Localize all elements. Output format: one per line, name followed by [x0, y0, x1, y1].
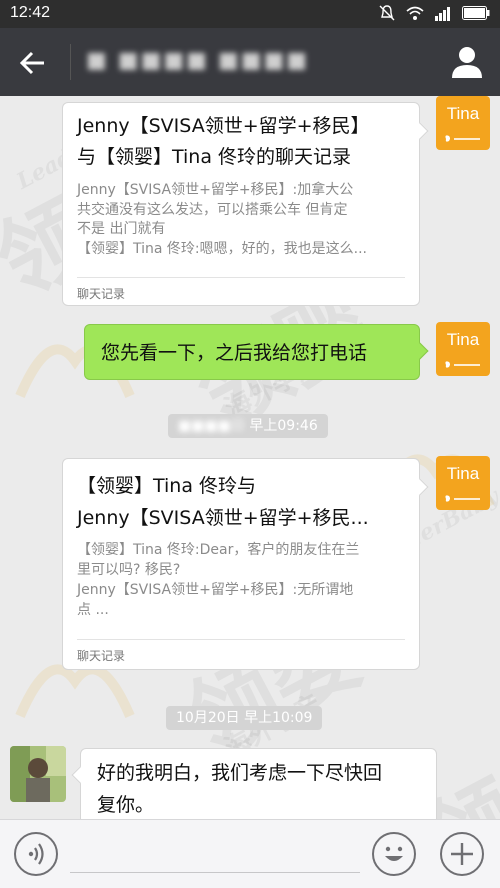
card-title: 【领婴】Tina 佟玲与 [77, 475, 257, 497]
message-text: 复你。 [97, 794, 155, 816]
avatar-label: Tina [446, 104, 480, 123]
received-message-bubble[interactable]: 好的我明白，我们考虑一下尽快回 复你。 [71, 748, 437, 819]
butterfly-logo-icon [445, 495, 480, 502]
input-toolbar [0, 819, 500, 888]
card-preview: Jenny【SVISA领世+留学+移民】:无所谓地 [77, 582, 354, 598]
sent-message-bubble[interactable]: 您先看一下，之后我给您打电话 [84, 324, 429, 380]
butterfly-logo-icon [445, 135, 480, 142]
avatar-photo [10, 746, 66, 802]
card-preview: 【领婴】Tina 佟玲:Dear，客户的朋友住在兰 [77, 542, 360, 558]
butterfly-logo-icon [445, 361, 480, 368]
timestamp: ■■■■日 早上09:46 [168, 414, 328, 438]
bubble-tail [411, 342, 429, 360]
status-time: 12:42 [10, 4, 51, 21]
chat-record-card[interactable]: Jenny【SVISA领世+留学+移民】 与【领婴】Tina 佟玲的聊天记录 J… [62, 102, 429, 306]
timestamp-time: 早上09:46 [249, 418, 318, 434]
bubble-tail [71, 766, 89, 784]
card-title: Jenny【SVISA领世+留学+移民... [77, 507, 369, 529]
card-preview: Jenny【SVISA领世+留学+移民】:加拿大公 [77, 182, 354, 198]
message-input[interactable] [70, 872, 360, 873]
card-divider [77, 639, 405, 640]
card-preview: 点 ... [77, 602, 109, 618]
avatar[interactable] [10, 746, 66, 802]
card-title: 与【领婴】Tina 佟玲的聊天记录 [77, 146, 352, 168]
message-list[interactable]: 领婴 领婴 领婴 领婴 海外孕产 海外孕产 LeaderBaby LeaderB… [0, 96, 500, 819]
card-preview: 不是 出门就有 [77, 221, 166, 237]
person-icon[interactable] [450, 44, 484, 80]
card-footer: 聊天记录 [77, 287, 126, 301]
avatar[interactable]: Tina [436, 322, 490, 376]
wifi-icon [406, 6, 424, 20]
card-divider [77, 277, 405, 278]
message-text: 好的我明白，我们考虑一下尽快回 [97, 762, 383, 784]
plus-icon [451, 843, 473, 865]
card-preview: 共交通没有这么发达，可以搭乘公车 但肯定 [77, 202, 348, 218]
card-preview: 里可以吗? 移民? [77, 562, 181, 578]
message-text: 您先看一下，之后我给您打电话 [101, 342, 368, 364]
emoji-icon [385, 846, 403, 861]
battery-icon [462, 6, 490, 20]
avatar[interactable]: Tina [436, 96, 490, 150]
chat-record-card[interactable]: 【领婴】Tina 佟玲与 Jenny【SVISA领世+留学+移民... 【领婴】… [62, 458, 429, 670]
voice-icon [28, 843, 44, 865]
emoji-button[interactable] [372, 832, 416, 876]
card-title: Jenny【SVISA领世+留学+移民】 [77, 115, 370, 137]
mute-bell-icon [379, 5, 395, 21]
header-divider [70, 44, 71, 80]
bubble-tail [411, 122, 429, 140]
timestamp: 10月20日 早上10:09 [166, 706, 323, 730]
voice-button[interactable] [14, 832, 58, 876]
avatar-label: Tina [446, 330, 480, 349]
status-bar: 12:42 [0, 0, 500, 28]
back-arrow-icon[interactable] [16, 46, 50, 80]
chat-header: ■ ■■■■ ■■■■ [0, 28, 500, 96]
card-preview: 【领婴】Tina 佟玲:嗯嗯，好的，我也是这么... [77, 241, 367, 257]
bubble-tail [411, 478, 429, 496]
timestamp-date: ■■■■日 [178, 418, 245, 434]
card-footer: 聊天记录 [77, 649, 126, 663]
avatar[interactable]: Tina [436, 456, 490, 510]
add-more-button[interactable] [440, 832, 484, 876]
avatar-label: Tina [446, 464, 480, 483]
signal-icon [435, 7, 450, 21]
contact-name: ■ ■■■■ ■■■■ [86, 48, 310, 73]
